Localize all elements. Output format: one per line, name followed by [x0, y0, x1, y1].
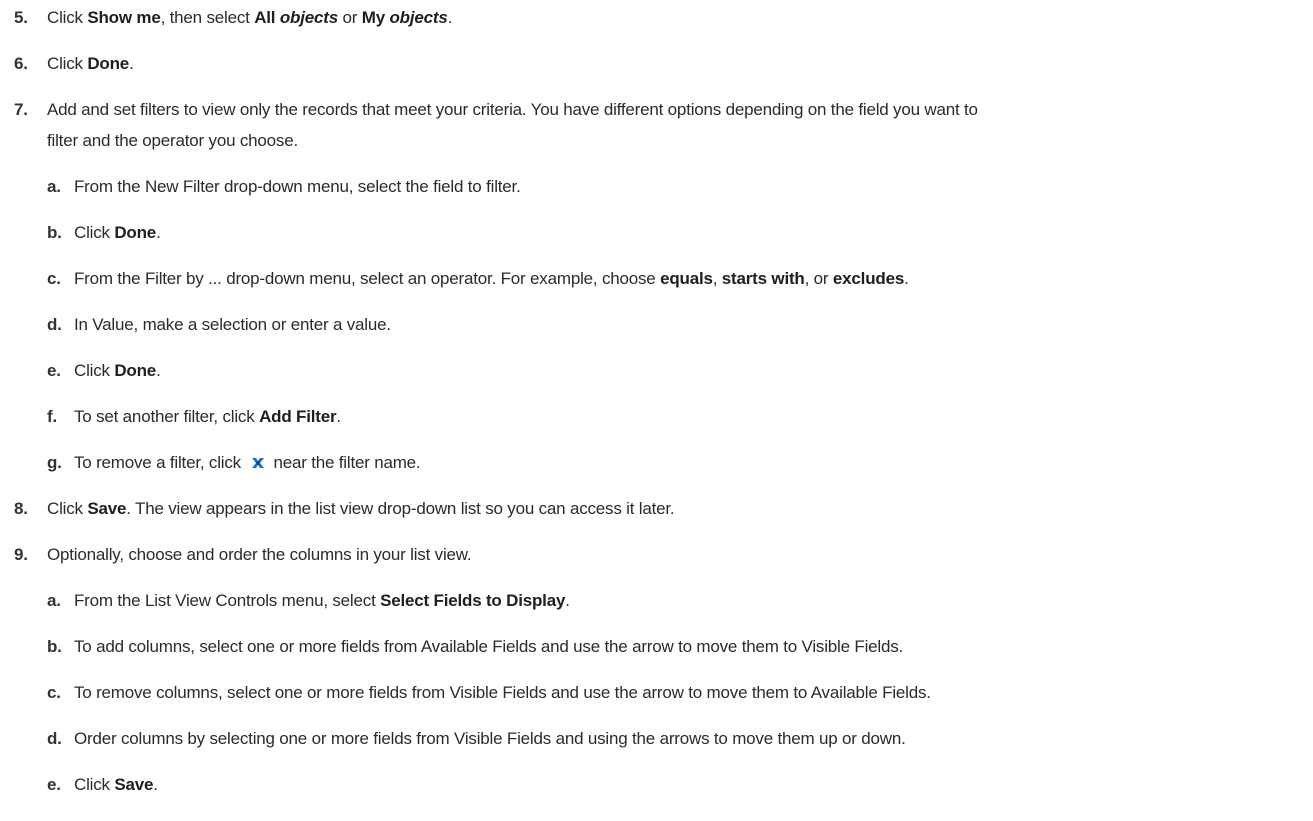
- ui-term: Select Fields to Display: [380, 591, 566, 610]
- substep-text: To add columns, select one or more field…: [74, 637, 904, 656]
- substep-letter: g.: [47, 453, 62, 472]
- substep-letter: c.: [47, 269, 61, 288]
- ui-term: equals: [660, 269, 713, 288]
- step-number: 8.: [14, 499, 28, 518]
- substep-text: To remove a filter, click near the filte…: [74, 447, 1294, 478]
- substep-text: Click Done.: [74, 361, 161, 380]
- substep-letter: a.: [47, 591, 61, 610]
- remove-filter-x-icon: [249, 449, 268, 470]
- substep-letter: a.: [47, 177, 61, 196]
- step-text: Click Done.: [47, 54, 134, 73]
- step-text: Click Show me, then select All objects o…: [47, 8, 453, 27]
- substep-letter: b.: [47, 637, 62, 656]
- ui-term: objects: [279, 8, 338, 27]
- ui-term: Add Filter: [259, 407, 337, 426]
- substep-text: Order columns by selecting one or more f…: [74, 729, 906, 748]
- substep-letter: e.: [47, 361, 61, 380]
- step-number: 7.: [14, 100, 28, 119]
- ui-term: Save: [114, 775, 154, 794]
- step-number: 5.: [14, 8, 28, 27]
- step-text-line-1: Add and set filters to view only the rec…: [47, 100, 978, 119]
- ui-term: All: [254, 8, 280, 27]
- step-text: Click Save. The view appears in the list…: [47, 499, 675, 518]
- substep-text: From the New Filter drop-down menu, sele…: [74, 177, 521, 196]
- substep-letter: d.: [47, 315, 62, 334]
- ui-term: Done: [114, 361, 157, 380]
- substep-letter: b.: [47, 223, 62, 242]
- step-number: 6.: [14, 54, 28, 73]
- ui-term: Save: [87, 499, 127, 518]
- ui-term: starts with: [721, 269, 805, 288]
- ui-term: Done: [114, 223, 157, 242]
- substep-text: From the Filter by ... drop-down menu, s…: [74, 269, 909, 288]
- substep-text: Click Done.: [74, 223, 161, 242]
- substep-letter: d.: [47, 729, 62, 748]
- ui-term: objects: [389, 8, 448, 27]
- ui-term: Done: [87, 54, 130, 73]
- substep-text: From the List View Controls menu, select…: [74, 591, 570, 610]
- ui-term: My: [361, 8, 390, 27]
- substep-text: In Value, make a selection or enter a va…: [74, 315, 391, 334]
- ui-term: excludes: [832, 269, 905, 288]
- substep-text: To set another filter, click Add Filter.: [74, 407, 341, 426]
- substep-letter: c.: [47, 683, 61, 702]
- step-text-line-2: filter and the operator you choose.: [47, 131, 298, 150]
- substep-letter: f.: [47, 407, 57, 426]
- step-text: Optionally, choose and order the columns…: [47, 545, 472, 564]
- substep-letter: e.: [47, 775, 61, 794]
- substep-text: Click Save.: [74, 775, 158, 794]
- step-number: 9.: [14, 545, 28, 564]
- ui-term: Show me: [87, 8, 161, 27]
- substep-text: To remove columns, select one or more fi…: [74, 683, 931, 702]
